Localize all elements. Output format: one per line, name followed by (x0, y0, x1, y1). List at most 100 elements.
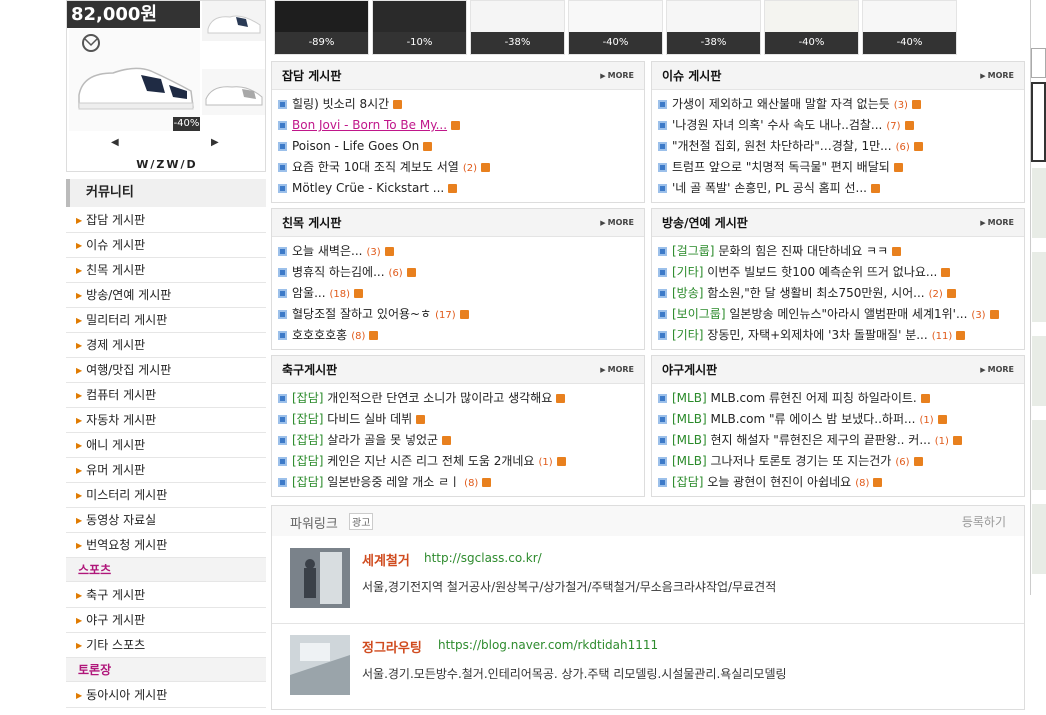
sidebar-item[interactable]: ▶ 방송/연예 게시판 (66, 283, 266, 308)
more-button[interactable]: ▶ MORE (980, 62, 1014, 90)
board-post[interactable]: "개천절 집회, 원천 차단하라"…경찰, 1만... (6) (652, 136, 1024, 157)
post-title[interactable]: 트럼프 앞으로 "치명적 독극물" 편지 배달되 (672, 160, 890, 174)
post-title[interactable]: 암울... (292, 286, 326, 300)
post-title[interactable]: 현지 해설자 "류현진은 제구의 끝판왕.. 커... (710, 433, 930, 447)
sidebar-item[interactable]: ▶ 경제 게시판 (66, 333, 266, 358)
post-title[interactable]: 케인은 지난 시즌 리그 전체 도움 2개네요 (327, 454, 534, 468)
powerlink-ad[interactable]: 세계철거 http://sgclass.co.kr/ 서울,경기전지역 철거공사… (272, 538, 1024, 624)
more-button[interactable]: ▶ MORE (600, 356, 634, 384)
board-post[interactable]: [기타] 이번주 빌보드 핫100 예측순위 뜨거 없나요... (652, 262, 1024, 283)
post-title[interactable]: 병휴직 하는김에... (292, 265, 385, 279)
post-title[interactable]: Poison - Life Goes On (292, 139, 419, 153)
product-card[interactable]: -40% (568, 0, 663, 55)
board-post[interactable]: [MLB] MLB.com 류현진 어제 피칭 하일라이트. (652, 388, 1024, 409)
sidebar-item[interactable]: ▶ 축구 게시판 (66, 583, 266, 608)
sidebar-item[interactable]: ▶ 번역요청 게시판 (66, 533, 266, 558)
sidebar-item[interactable]: ▶ 야구 게시판 (66, 608, 266, 633)
sidebar-item[interactable]: ▶ 유머 게시판 (66, 458, 266, 483)
product-ad-banner[interactable]: 82,000원 -40% ◀ ▶ W/ZW/D (66, 0, 266, 172)
more-button[interactable]: ▶ MORE (600, 209, 634, 237)
board-post[interactable]: [방송] 함소원,"한 달 생활비 최소750만원, 시어... (2) (652, 283, 1024, 304)
ad-thumbnail[interactable] (290, 635, 350, 695)
product-card[interactable]: -40% (862, 0, 957, 55)
sidebar-item[interactable]: ▶ 동영상 자료실 (66, 508, 266, 533)
ad-url[interactable]: https://blog.naver.com/rkdtidah1111 (438, 638, 658, 652)
board-title[interactable]: 방송/연예 게시판 (662, 209, 748, 237)
board-post[interactable]: [잡담] 케인은 지난 시즌 리그 전체 도움 2개네요 (1) (272, 451, 644, 472)
post-title[interactable]: Mötley Crüe - Kickstart ... (292, 181, 444, 195)
board-post[interactable]: [MLB] MLB.com "류 에이스 밤 보냈다..하퍼... (1) (652, 409, 1024, 430)
product-card[interactable]: -10% (372, 0, 467, 55)
board-post[interactable]: 호호호호홍 (8) (272, 325, 644, 346)
side-thumbnail[interactable] (1032, 252, 1046, 322)
board-post[interactable]: 요즘 한국 10대 조직 계보도 서열 (2) (272, 157, 644, 178)
post-title[interactable]: 가생이 제외하고 왜산불매 말할 자격 없는듯 (672, 97, 890, 111)
post-title[interactable]: '나경원 자녀 의혹' 수사 속도 내나..검찰... (672, 118, 882, 132)
sidebar-item[interactable]: ▶ 밀리터리 게시판 (66, 308, 266, 333)
board-post[interactable]: 혈당조절 잘하고 있어용~ㅎ (17) (272, 304, 644, 325)
product-thumbnail[interactable] (202, 1, 265, 41)
side-thumbnail[interactable] (1032, 168, 1046, 238)
side-widget[interactable] (1031, 82, 1046, 162)
post-title[interactable]: 요즘 한국 10대 조직 계보도 서열 (292, 160, 459, 174)
register-link[interactable]: 등록하기 (962, 513, 1006, 530)
product-card[interactable]: -38% (470, 0, 565, 55)
board-post[interactable]: '네 골 폭발' 손흥민, PL 공식 홈피 선... (652, 178, 1024, 199)
post-title[interactable]: 살라가 골을 못 넣었군 (327, 433, 438, 447)
post-title[interactable]: 다비드 실바 데뷔 (327, 412, 412, 426)
post-title[interactable]: 함소원,"한 달 생활비 최소750만원, 시어... (707, 286, 924, 300)
product-card[interactable]: -38% (666, 0, 761, 55)
board-post[interactable]: [잡담] 개인적으란 단연코 소니가 많이라고 생각해요 (272, 388, 644, 409)
post-title[interactable]: 장동민, 자택+외제차에 '3차 돌팔매질' 분... (707, 328, 927, 342)
post-title[interactable]: 호호호호홍 (292, 328, 347, 342)
board-post[interactable]: 암울... (18) (272, 283, 644, 304)
sidebar-item[interactable]: ▶ 여행/맛집 게시판 (66, 358, 266, 383)
board-post[interactable]: [MLB] 그나저나 토론토 경기는 또 지는건가 (6) (652, 451, 1024, 472)
board-post[interactable]: [기타] 장동민, 자택+외제차에 '3차 돌팔매질' 분... (11) (652, 325, 1024, 346)
post-title[interactable]: MLB.com "류 에이스 밤 보냈다..하퍼... (710, 412, 915, 426)
post-title[interactable]: 오늘 광현이 현진이 아쉽네요 (707, 475, 851, 489)
post-title[interactable]: 혈당조절 잘하고 있어용~ㅎ (292, 307, 431, 321)
sidebar-item[interactable]: ▶ 친목 게시판 (66, 258, 266, 283)
sidebar-item[interactable]: ▶ 기타 스포츠 (66, 633, 266, 658)
board-post[interactable]: 병휴직 하는김에... (6) (272, 262, 644, 283)
board-post[interactable]: '나경원 자녀 의혹' 수사 속도 내나..검찰... (7) (652, 115, 1024, 136)
board-title[interactable]: 친목 게시판 (282, 209, 341, 237)
board-title[interactable]: 이슈 게시판 (662, 62, 721, 90)
post-title[interactable]: 그나저나 토론토 경기는 또 지는건가 (710, 454, 891, 468)
post-title[interactable]: 일본반응중 레알 개소 ㄹㅣ (327, 475, 460, 489)
board-title[interactable]: 야구게시판 (662, 356, 717, 384)
side-thumbnail[interactable] (1032, 504, 1046, 574)
board-post[interactable]: [보이그룹] 일본방송 메인뉴스"아라시 앨범판매 세계1위'... (3) (652, 304, 1024, 325)
side-thumbnail[interactable] (1032, 336, 1046, 406)
post-title[interactable]: 힐링) 빗소리 8시간 (292, 97, 389, 111)
more-button[interactable]: ▶ MORE (980, 209, 1014, 237)
post-title[interactable]: 일본방송 메인뉴스"아라시 앨범판매 세계1위'... (729, 307, 967, 321)
post-title[interactable]: 개인적으란 단연코 소니가 많이라고 생각해요 (327, 391, 552, 405)
product-thumbnail[interactable] (202, 69, 265, 115)
product-card[interactable]: -40% (764, 0, 859, 55)
ad-thumbnail[interactable] (290, 548, 350, 608)
ad-name[interactable]: 세계철거 (362, 550, 410, 569)
sidebar-item[interactable]: ▶ 자동차 게시판 (66, 408, 266, 433)
prev-arrow-icon[interactable]: ◀ (111, 137, 119, 148)
post-title[interactable]: Bon Jovi - Born To Be My... (292, 118, 447, 132)
board-post[interactable]: Poison - Life Goes On (272, 136, 644, 157)
post-title[interactable]: MLB.com 류현진 어제 피칭 하일라이트. (710, 391, 916, 405)
board-post[interactable]: 힐링) 빗소리 8시간 (272, 94, 644, 115)
board-post[interactable]: 가생이 제외하고 왜산불매 말할 자격 없는듯 (3) (652, 94, 1024, 115)
board-title[interactable]: 잡담 게시판 (282, 62, 341, 90)
board-post[interactable]: [MLB] 현지 해설자 "류현진은 제구의 끝판왕.. 커... (1) (652, 430, 1024, 451)
board-post[interactable]: Bon Jovi - Born To Be My... (272, 115, 644, 136)
more-button[interactable]: ▶ MORE (600, 62, 634, 90)
powerlink-ad[interactable]: 정그라우팅 https://blog.naver.com/rkdtidah111… (272, 625, 1024, 711)
sidebar-item[interactable]: ▶ 컴퓨터 게시판 (66, 383, 266, 408)
more-button[interactable]: ▶ MORE (980, 356, 1014, 384)
product-card[interactable]: -89% (274, 0, 369, 55)
post-title[interactable]: 오늘 새벽은... (292, 244, 362, 258)
post-title[interactable]: 문화의 힘은 진짜 대단하네요 ㅋㅋ (718, 244, 888, 258)
side-widget[interactable] (1031, 48, 1046, 78)
product-main-image[interactable] (69, 29, 200, 131)
board-post[interactable]: 오늘 새벽은... (3) (272, 241, 644, 262)
sidebar-item[interactable]: ▶ 미스터리 게시판 (66, 483, 266, 508)
